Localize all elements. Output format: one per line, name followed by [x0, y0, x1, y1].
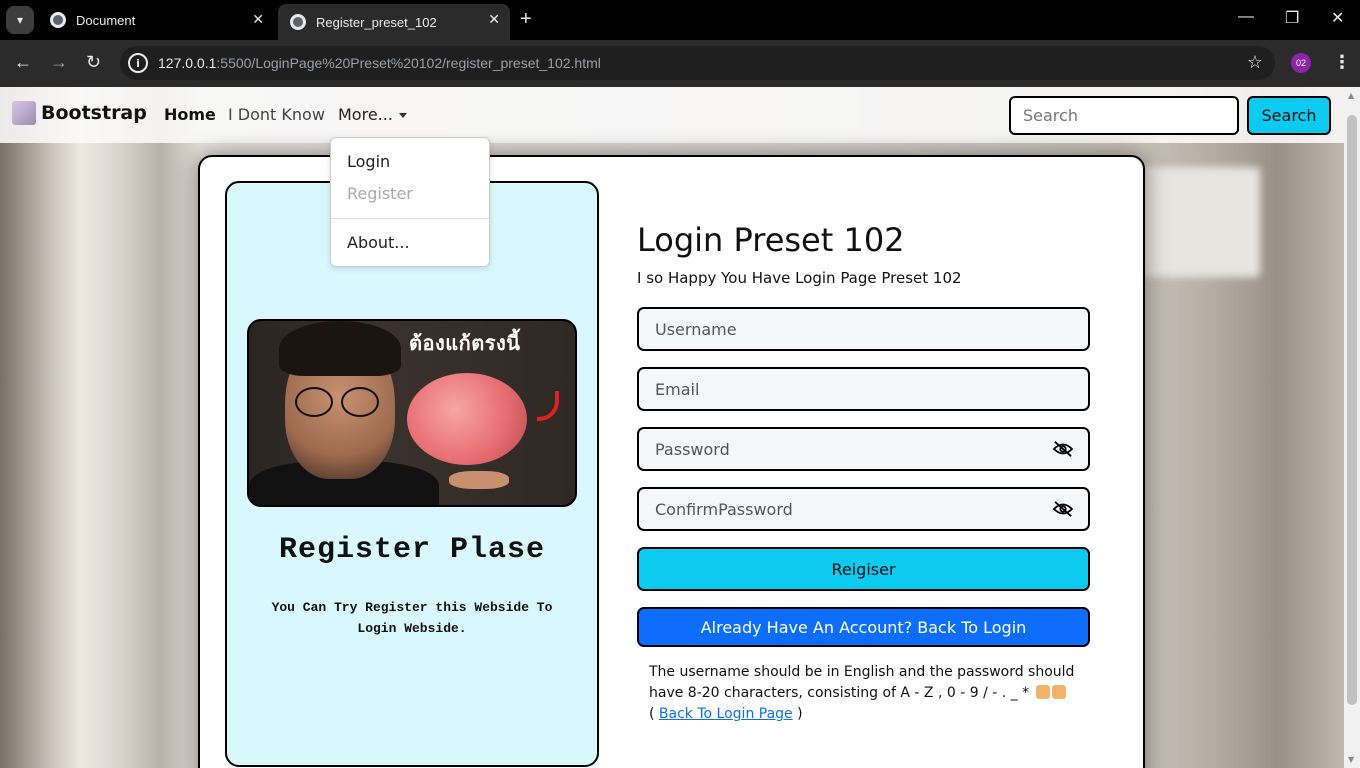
nav-home[interactable]: Home	[164, 105, 216, 124]
page-scrollbar[interactable]: ▲ ▼	[1344, 87, 1360, 768]
confirm-password-placeholder: ConfirmPassword	[655, 499, 793, 519]
tab-label: Document	[76, 12, 136, 28]
tab-search-button[interactable]: ▾	[6, 6, 34, 34]
minimize-icon[interactable]: —	[1238, 8, 1254, 26]
password-placeholder: Password	[655, 439, 730, 459]
browser-menu-icon[interactable]: ⋮	[1333, 52, 1351, 73]
back-to-login-button[interactable]: Already Have An Account? Back To Login	[637, 607, 1090, 647]
restore-icon[interactable]: ❐	[1285, 8, 1299, 28]
email-placeholder: Email	[655, 379, 700, 399]
scroll-down-icon[interactable]: ▼	[1348, 755, 1354, 764]
nav-more-dropdown[interactable]: More...	[338, 105, 407, 124]
requirements-hint: The username should be in English and th…	[649, 664, 1075, 722]
search-button[interactable]: Search	[1247, 96, 1331, 135]
bookmark-star-icon[interactable]: ☆	[1247, 52, 1263, 73]
close-tab-icon[interactable]: ✕	[252, 11, 264, 28]
back-to-login-link[interactable]: Back To Login Page	[659, 706, 793, 722]
browser-toolbar: ← → ↻ i 127.0.0.1:5500/LoginPage%20Prese…	[0, 40, 1360, 87]
thumbs-up-icon	[1051, 685, 1066, 699]
register-button[interactable]: Reigiser	[637, 547, 1090, 591]
email-field[interactable]: Email	[637, 367, 1090, 411]
dropdown-item-register: Register	[347, 184, 413, 203]
image-caption: ต้องแก้ตรงนี้	[409, 331, 521, 355]
navbar: Bootstrap Home I Dont Know More... Searc…	[0, 87, 1344, 143]
tab-register-preset[interactable]: Register_preset_102 ✕	[278, 4, 510, 40]
caret-down-icon	[398, 113, 407, 118]
new-tab-button[interactable]: +	[520, 8, 532, 31]
brand-logo[interactable]	[12, 101, 36, 125]
dropdown-divider	[331, 218, 489, 219]
scroll-up-icon[interactable]: ▲	[1348, 91, 1354, 100]
password-field[interactable]: Password	[637, 427, 1090, 471]
tab-document[interactable]: Document ✕	[38, 4, 274, 36]
hint-text: The username should be in English and th…	[649, 664, 1075, 701]
globe-icon	[50, 12, 66, 28]
eye-slash-icon[interactable]	[1052, 440, 1074, 458]
tab-label: Register_preset_102	[316, 14, 437, 30]
hero-image: ต้องแก้ตรงนี้	[247, 319, 577, 507]
confirm-password-field[interactable]: ConfirmPassword	[637, 487, 1090, 531]
eye-slash-icon[interactable]	[1052, 500, 1074, 518]
form-title: Login Preset 102	[637, 221, 905, 259]
profile-avatar[interactable]: 02	[1291, 53, 1311, 73]
reload-icon[interactable]: ↻	[86, 52, 101, 73]
close-tab-icon[interactable]: ✕	[488, 11, 500, 28]
back-icon[interactable]: ←	[14, 52, 32, 73]
panel-title: Register Plase	[278, 533, 546, 567]
dropdown-item-login[interactable]: Login	[347, 152, 390, 171]
register-info-panel: ต้องแก้ตรงนี้ Register Plase You Can Try…	[225, 181, 599, 767]
address-bar[interactable]: i 127.0.0.1:5500/LoginPage%20Preset%2010…	[120, 46, 1275, 80]
more-dropdown-menu: Login Register About...	[330, 137, 490, 267]
panel-description: You Can Try Register this Webside To Log…	[271, 600, 553, 636]
url-text[interactable]: 127.0.0.1:5500/LoginPage%20Preset%20102/…	[158, 55, 601, 71]
search-input[interactable]	[1009, 96, 1239, 135]
browser-tabbar: ▾ Document ✕ Register_preset_102 ✕ + — ❐…	[0, 0, 1360, 40]
username-placeholder: Username	[655, 319, 737, 339]
nav-more-label: More...	[338, 105, 393, 124]
brand-name[interactable]: Bootstrap	[41, 102, 147, 124]
forward-icon[interactable]: →	[50, 52, 68, 73]
scrollbar-thumb[interactable]	[1347, 115, 1357, 705]
form-subtitle: I so Happy You Have Login Page Preset 10…	[637, 269, 962, 287]
username-field[interactable]: Username	[637, 307, 1090, 351]
dropdown-item-about[interactable]: About...	[347, 233, 410, 252]
site-info-icon[interactable]: i	[128, 53, 148, 73]
close-window-icon[interactable]: ✕	[1331, 8, 1344, 28]
globe-icon	[290, 14, 306, 30]
nav-i-dont-know[interactable]: I Dont Know	[228, 105, 325, 124]
thumbs-up-icon	[1035, 685, 1050, 699]
page-viewport: Bootstrap Home I Dont Know More... Searc…	[0, 87, 1344, 768]
